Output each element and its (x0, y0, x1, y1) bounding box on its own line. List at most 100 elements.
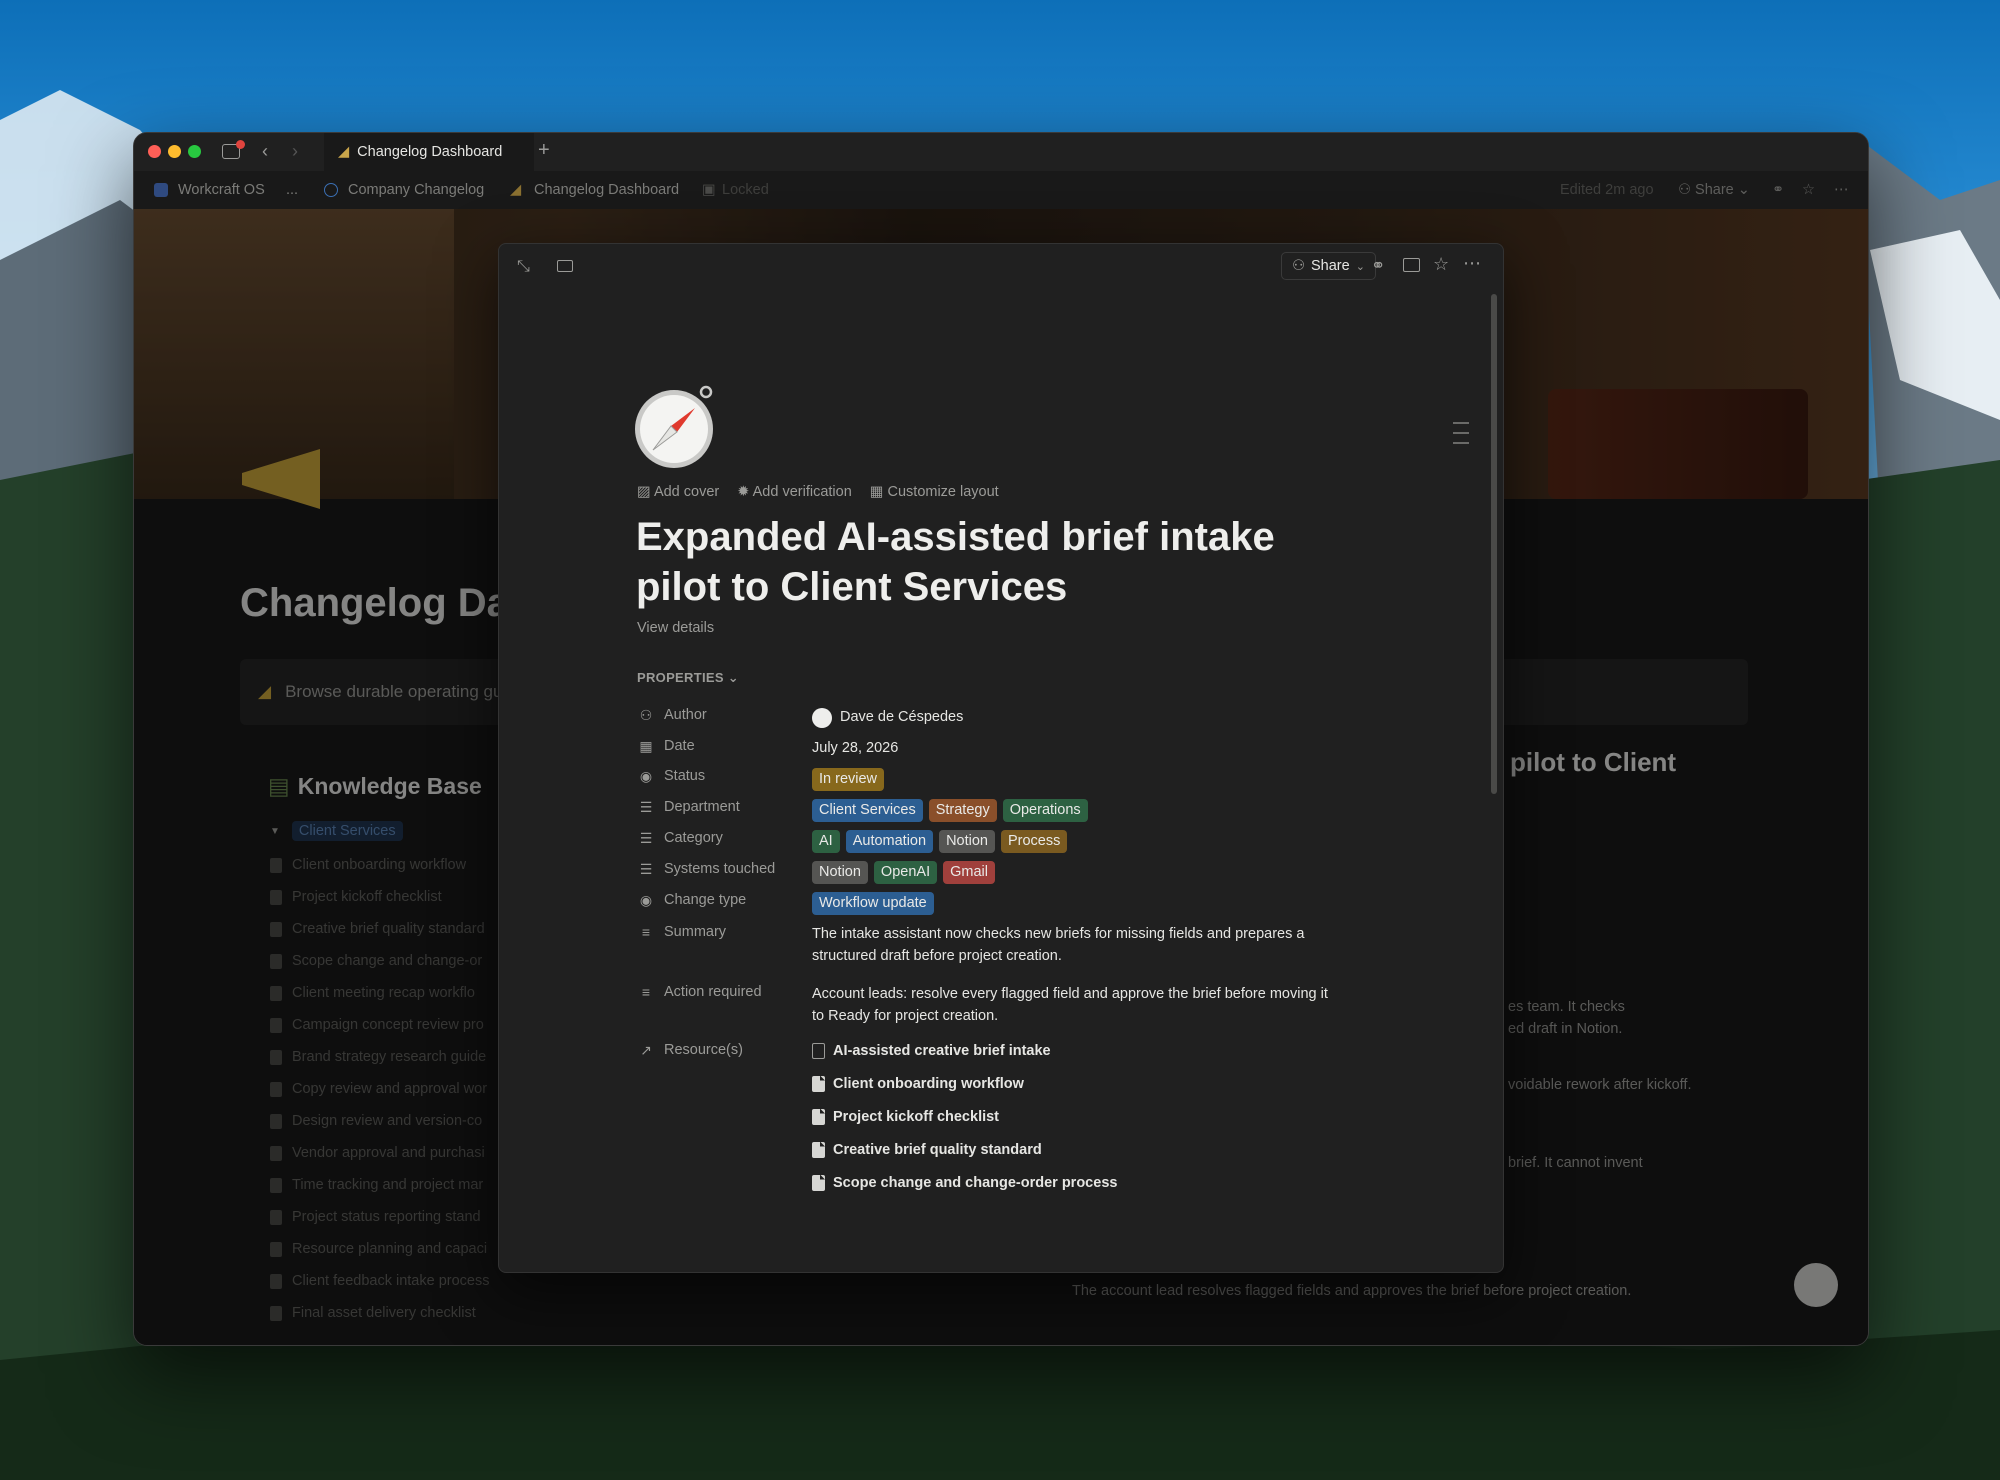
peek-mode-icon[interactable] (557, 260, 573, 272)
property-value[interactable]: Workflow update (812, 892, 940, 915)
resource-link[interactable]: Creative brief quality standard (812, 1133, 1117, 1166)
page-peek-modal: ⤡ ⚇ Share ⌄ ⚭ ☆ ⋯ ▨ Add cover ✹ Add veri… (498, 243, 1504, 1273)
author-name: Dave de Céspedes (840, 709, 964, 725)
change-type-tag: Workflow update (812, 892, 934, 915)
property-value[interactable]: In review (812, 768, 890, 791)
more-icon[interactable]: ⋯ (1834, 182, 1849, 198)
share-label: Share (1311, 258, 1350, 274)
property-value[interactable]: AI Automation Notion Process (812, 830, 1073, 853)
property-author: ⚇ Author Dave de Céspedes (638, 707, 963, 729)
locked-label[interactable]: Locked (722, 182, 769, 198)
link-icon[interactable]: ⚭ (1371, 256, 1385, 276)
list-icon: ☰ (639, 830, 653, 846)
close-window-button[interactable] (148, 145, 161, 158)
resource-label: Client onboarding workflow (833, 1075, 1024, 1092)
department-tag: Operations (1002, 799, 1088, 822)
category-tag: Notion (939, 830, 995, 853)
zoom-window-button[interactable] (188, 145, 201, 158)
modal-share-button[interactable]: ⚇ Share ⌄ (1281, 252, 1376, 280)
status-icon: ◉ (639, 768, 653, 784)
category-tag: AI (812, 830, 840, 853)
resource-link[interactable]: Client onboarding workflow (812, 1067, 1117, 1100)
tab-title: Changelog Dashboard (357, 144, 503, 160)
document-icon (812, 1141, 825, 1158)
resource-link[interactable]: AI-assisted creative brief intake (812, 1034, 1117, 1067)
avatar (812, 707, 832, 728)
star-icon[interactable]: ☆ (1433, 254, 1449, 275)
add-verification-button[interactable]: ✹ Add verification (737, 484, 852, 500)
properties-toggle[interactable]: PROPERTIES ⌄ (637, 670, 739, 686)
add-cover-label: Add cover (653, 484, 720, 500)
action-line: to Ready for project creation. (812, 1007, 999, 1024)
text-icon: ≡ (641, 984, 651, 1000)
resource-label: AI-assisted creative brief intake (833, 1042, 1051, 1059)
property-label: Category (664, 830, 723, 846)
more-icon[interactable]: ⋯ (1463, 253, 1481, 274)
link-icon[interactable]: ⚭ (1772, 182, 1784, 198)
system-tag: Gmail (943, 861, 995, 884)
summary-line: structured draft before project creation… (812, 947, 1062, 964)
add-cover-button[interactable]: ▨ Add cover (637, 484, 719, 500)
notification-dot (236, 140, 245, 149)
back-icon[interactable]: ‹ (262, 141, 268, 162)
property-value[interactable]: Notion OpenAI Gmail (812, 861, 1001, 884)
breadcrumb-company-changelog[interactable]: Company Changelog (348, 182, 484, 198)
list-icon: ☰ (639, 861, 653, 877)
status-icon: ◉ (639, 892, 653, 908)
breadcrumb-changelog-dashboard[interactable]: Changelog Dashboard (534, 182, 679, 198)
document-icon (812, 1108, 825, 1125)
property-value[interactable]: Account leads: resolve every flagged fie… (812, 984, 1328, 1027)
document-icon (812, 1075, 825, 1092)
breadcrumb-workspace[interactable]: Workcraft OS (178, 182, 265, 198)
scrollbar[interactable] (1491, 294, 1497, 794)
view-details-link[interactable]: View details (637, 620, 714, 636)
people-icon: ⚇ (639, 707, 653, 723)
property-label: Date (664, 738, 695, 754)
resource-label: Scope change and change-order process (833, 1174, 1118, 1191)
resource-label: Project kickoff checklist (833, 1108, 1000, 1125)
breadcrumb-ellipsis[interactable]: ... (286, 182, 298, 198)
outline-toggle[interactable] (1453, 422, 1469, 444)
share-button[interactable]: ⚇ Share ⌄ (1678, 182, 1750, 198)
category-tag: Process (1000, 830, 1068, 853)
edited-label: Edited 2m ago (1560, 182, 1654, 198)
property-label: Change type (664, 892, 747, 908)
resource-label: Creative brief quality standard (833, 1141, 1042, 1158)
property-value[interactable]: Client Services Strategy Operations (812, 799, 1094, 822)
summary-line: The intake assistant now checks new brie… (812, 926, 1305, 942)
browser-window: ‹ › ◢ Changelog Dashboard + Workcraft OS… (133, 132, 1869, 1346)
property-value[interactable]: July 28, 2026 (812, 738, 898, 760)
page-title-line: pilot to Client Services (636, 565, 1068, 609)
tab-changelog-dashboard[interactable]: ◢ Changelog Dashboard (324, 133, 534, 171)
property-label: Author (664, 707, 707, 723)
category-tag: Automation (845, 830, 934, 853)
system-tag: Notion (812, 861, 868, 884)
text-icon: ≡ (641, 924, 651, 940)
department-tag: Strategy (928, 799, 997, 822)
title-bar: ‹ › ◢ Changelog Dashboard + (134, 133, 1868, 171)
property-category: ☰ Category AI Automation Notion Process (638, 830, 1073, 853)
document-icon (812, 1042, 825, 1059)
minimize-window-button[interactable] (168, 145, 181, 158)
people-icon: ⚇ (1292, 258, 1305, 274)
workspace-icon (154, 183, 168, 197)
department-tag: Client Services (812, 799, 923, 822)
resource-link[interactable]: Project kickoff checklist (812, 1100, 1117, 1133)
document-icon (812, 1174, 825, 1191)
forward-icon[interactable]: › (292, 141, 298, 162)
lock-icon: ▣ (702, 182, 716, 198)
property-label: Status (664, 768, 706, 784)
property-label: Resource(s) (664, 1042, 743, 1058)
side-peek-icon[interactable] (1403, 258, 1420, 272)
resource-link[interactable]: Scope change and change-order process (812, 1166, 1117, 1199)
resources-list: AI-assisted creative brief intake Client… (812, 1034, 1117, 1199)
star-icon[interactable]: ☆ (1802, 182, 1815, 198)
share-label: Share (1695, 182, 1734, 198)
globe-icon (324, 183, 338, 197)
property-value[interactable]: The intake assistant now checks new brie… (812, 924, 1304, 967)
new-tab-button[interactable]: + (538, 139, 550, 162)
property-value[interactable]: Dave de Céspedes (812, 707, 963, 729)
customize-layout-button[interactable]: ▦ Customize layout (870, 484, 999, 500)
expand-icon[interactable]: ⤡ (517, 258, 530, 276)
page-title[interactable]: Expanded AI-assisted brief intake pilot … (636, 512, 1275, 612)
